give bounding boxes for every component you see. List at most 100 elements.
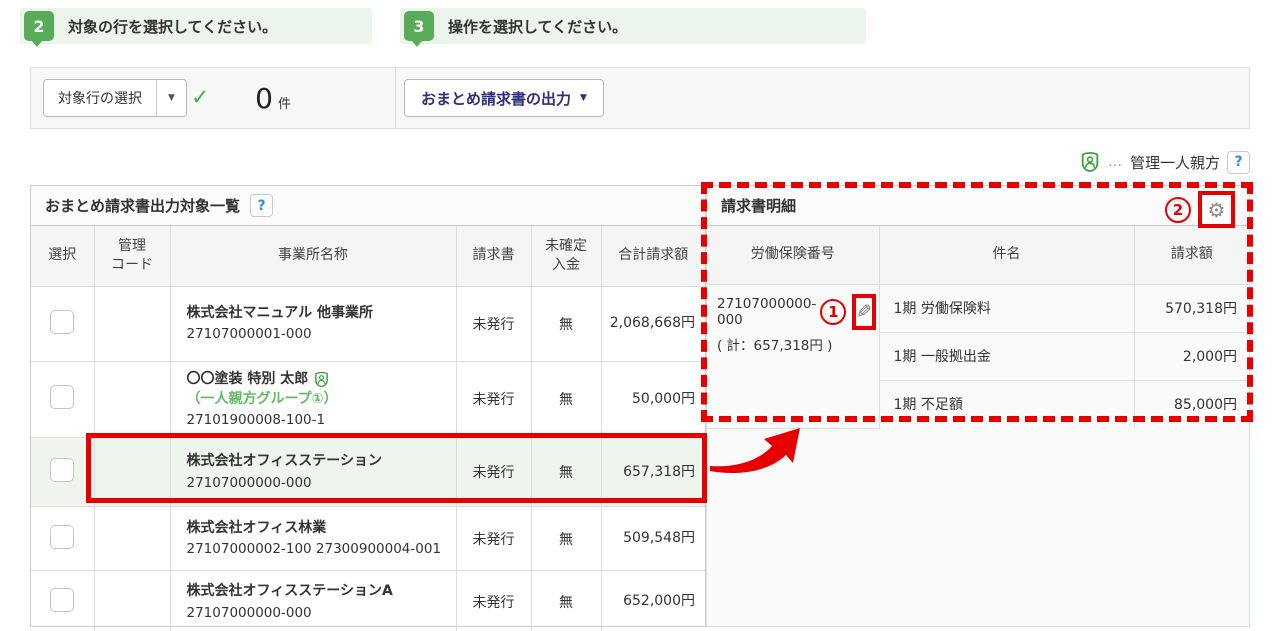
caret-down-icon[interactable]: ▼ bbox=[156, 80, 186, 116]
caret-down-icon[interactable]: ▼ bbox=[580, 93, 587, 103]
settings-gear-button[interactable]: ⚙ bbox=[1198, 191, 1235, 228]
detail-row: 27107000000-000 1 ✎ ( 計：657,318円 ) 1期 労働… bbox=[707, 284, 1249, 332]
table-row[interactable]: 株式会社オフィスステーションA 27107000000-000 未発行 無 65… bbox=[31, 571, 705, 631]
step-2-badge: 2 bbox=[24, 11, 54, 41]
gear-icon[interactable]: ⚙ bbox=[1208, 198, 1226, 222]
company-name: 株式会社オフィス林業 bbox=[187, 519, 446, 539]
step-2-number: 2 bbox=[33, 17, 44, 36]
item-name: 1期 労働保険料 bbox=[879, 284, 1134, 332]
admin-code-cell bbox=[94, 571, 170, 631]
output-invoice-button[interactable]: おまとめ請求書の出力 ▼ bbox=[404, 79, 604, 117]
company-name: 株式会社マニュアル 他事業所 bbox=[187, 304, 446, 324]
company-code: 27107000001-000 bbox=[187, 325, 446, 343]
total-amount: 657,318円 bbox=[601, 438, 705, 507]
table-row[interactable]: 株式会社オフィス林業 27107000002-100 27300900004-0… bbox=[31, 507, 705, 571]
company-name: 株式会社オフィスステーション bbox=[187, 452, 446, 472]
solo-master-shield-icon bbox=[313, 371, 330, 388]
unconfirmed-payment: 無 bbox=[531, 361, 601, 438]
item-amount: 2,000円 bbox=[1134, 332, 1249, 380]
toolbar-action-section: おまとめ請求書の出力 ▼ bbox=[396, 68, 1249, 128]
company-code: 27107000002-100 27300900004-001 bbox=[187, 540, 446, 558]
help-icon[interactable]: ? bbox=[250, 194, 273, 217]
detail-header-row: 労働保険番号 件名 請求額 bbox=[707, 226, 1249, 284]
summary-table: 選択 管理 コード 事業所名称 請求書 未確定 入金 合計請求額 株式会社マニュ… bbox=[31, 226, 705, 631]
edit-pencil-button[interactable]: ✎ bbox=[852, 294, 876, 330]
invoice-status: 未発行 bbox=[456, 438, 531, 507]
table-row[interactable]: 〇〇塗装 特別 太郎 （一人親方グループ①） 27101900008-100-1… bbox=[31, 361, 705, 438]
invoice-status: 未発行 bbox=[456, 286, 531, 361]
output-invoice-button-label[interactable]: おまとめ請求書の出力 bbox=[421, 88, 571, 109]
company-code: 27107000000-000 bbox=[187, 474, 446, 492]
step-3-badge: 3 bbox=[404, 11, 434, 41]
item-amount: 85,000円 bbox=[1134, 380, 1249, 428]
step-3-label: 操作を選択してください。 bbox=[448, 16, 627, 37]
row-checkbox[interactable] bbox=[50, 385, 74, 409]
toolbar-selection-section: 対象行の選択 ▼ ✓ 0 件 bbox=[31, 68, 396, 128]
toolbar: 対象行の選択 ▼ ✓ 0 件 おまとめ請求書の出力 ▼ bbox=[30, 67, 1250, 129]
unconfirmed-payment: 無 bbox=[531, 286, 601, 361]
column-header-admin-code: 管理 コード bbox=[94, 226, 170, 286]
admin-code-cell bbox=[94, 438, 170, 507]
total-amount: 652,000円 bbox=[601, 571, 705, 631]
help-icon[interactable]: ? bbox=[1227, 151, 1250, 174]
detail-panel-titlebar: 請求書明細 2 ⚙ bbox=[707, 186, 1249, 226]
invoice-detail-panel: 請求書明細 2 ⚙ 労働保険番号 件名 請求額 27107000000-0 bbox=[706, 185, 1250, 627]
summary-table-panel: おまとめ請求書出力対象一覧 ? 選択 管理 コード 事業所名称 請求書 未確定 … bbox=[30, 185, 706, 627]
table-row-selected[interactable]: 株式会社オフィスステーション 27107000000-000 未発行 無 657… bbox=[31, 438, 705, 507]
office-name-cell: 株式会社オフィスステーションA 27107000000-000 bbox=[170, 571, 456, 631]
total-amount: 509,548円 bbox=[601, 507, 705, 571]
company-name: 株式会社オフィスステーションA bbox=[187, 582, 446, 602]
item-amount: 570,318円 bbox=[1134, 284, 1249, 332]
company-code: 27101900008-100-1 bbox=[187, 411, 446, 429]
selected-count: 0 件 bbox=[201, 68, 291, 128]
office-name-cell: 株式会社オフィスステーション 27107000000-000 bbox=[170, 438, 456, 507]
summary-table-title: おまとめ請求書出力対象一覧 bbox=[45, 195, 240, 216]
column-header-invoice: 請求書 bbox=[456, 226, 531, 286]
column-header-amount: 請求額 bbox=[1134, 226, 1249, 284]
invoice-status: 未発行 bbox=[456, 507, 531, 571]
unconfirmed-payment: 無 bbox=[531, 507, 601, 571]
page: 2 対象の行を選択してください。 3 操作を選択してください。 対象行の選択 ▼… bbox=[0, 0, 1280, 631]
legend-ellipsis: … bbox=[1108, 154, 1123, 170]
annotation-circle-1: 1 bbox=[820, 299, 846, 325]
row-checkbox[interactable] bbox=[50, 458, 74, 482]
insurance-number-cell: 27107000000-000 1 ✎ ( 計：657,318円 ) bbox=[707, 284, 879, 428]
row-checkbox[interactable] bbox=[50, 588, 74, 612]
table-row[interactable]: 株式会社マニュアル 他事業所 27107000001-000 未発行 無 2,0… bbox=[31, 286, 705, 361]
admin-code-cell bbox=[94, 507, 170, 571]
office-name-cell: 〇〇塗装 特別 太郎 （一人親方グループ①） 27101900008-100-1 bbox=[170, 361, 456, 438]
column-header-insurance-number: 労働保険番号 bbox=[707, 226, 879, 284]
legend: … 管理一人親方 ? bbox=[1079, 148, 1250, 176]
column-header-select: 選択 bbox=[31, 226, 94, 286]
row-checkbox[interactable] bbox=[50, 310, 74, 334]
legend-label: 管理一人親方 bbox=[1130, 152, 1220, 173]
step-2-label: 対象の行を選択してください。 bbox=[68, 16, 277, 37]
unconfirmed-payment: 無 bbox=[531, 438, 601, 507]
admin-code-cell bbox=[94, 286, 170, 361]
select-rows-button[interactable]: 対象行の選択 ▼ bbox=[43, 79, 187, 117]
office-name-cell: 株式会社マニュアル 他事業所 27107000001-000 bbox=[170, 286, 456, 361]
pencil-icon[interactable]: ✎ bbox=[856, 301, 872, 323]
step-3-number: 3 bbox=[413, 17, 424, 36]
item-name: 1期 一般拠出金 bbox=[879, 332, 1134, 380]
column-header-office-name: 事業所名称 bbox=[170, 226, 456, 286]
total-amount: 50,000円 bbox=[601, 361, 705, 438]
row-checkbox[interactable] bbox=[50, 525, 74, 549]
summary-table-titlebar: おまとめ請求書出力対象一覧 ? bbox=[31, 186, 705, 226]
summary-header-row: 選択 管理 コード 事業所名称 請求書 未確定 入金 合計請求額 bbox=[31, 226, 705, 286]
column-header-total: 合計請求額 bbox=[601, 226, 705, 286]
group-label: （一人親方グループ①） bbox=[187, 390, 446, 409]
admin-code-cell bbox=[94, 361, 170, 438]
selected-count-unit: 件 bbox=[278, 84, 291, 112]
invoice-status: 未発行 bbox=[456, 361, 531, 438]
company-name: 〇〇塗装 特別 太郎 bbox=[187, 370, 309, 390]
company-code: 27107000000-000 bbox=[187, 604, 446, 622]
invoice-status: 未発行 bbox=[456, 571, 531, 631]
column-header-subject: 件名 bbox=[879, 226, 1134, 284]
selected-count-value: 0 bbox=[255, 82, 273, 115]
item-name: 1期 不足額 bbox=[879, 380, 1134, 428]
insurance-number: 27107000000-000 bbox=[717, 296, 816, 328]
select-rows-button-label[interactable]: 対象行の選択 bbox=[44, 80, 156, 116]
insurance-total: ( 計：657,318円 ) bbox=[717, 334, 875, 354]
column-header-unconfirmed: 未確定 入金 bbox=[531, 226, 601, 286]
